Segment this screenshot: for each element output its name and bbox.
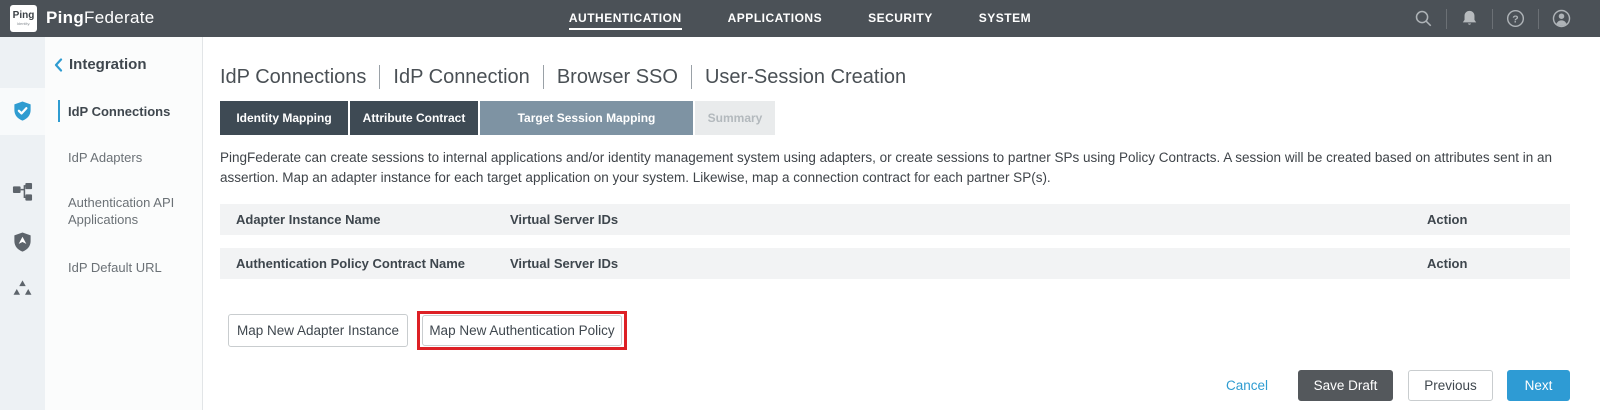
- shield-badge-icon[interactable]: [12, 231, 33, 253]
- sitemap-icon[interactable]: [12, 182, 33, 204]
- nav-system[interactable]: SYSTEM: [979, 7, 1031, 30]
- breadcrumb-browser-sso: Browser SSO: [557, 66, 678, 89]
- tab-target-session-mapping[interactable]: Target Session Mapping: [480, 101, 693, 135]
- tab-identity-mapping[interactable]: Identity Mapping: [220, 101, 348, 135]
- cluster-icon[interactable]: [12, 278, 33, 300]
- sidebar-item-authentication-api-applications[interactable]: Authentication API Applications: [45, 183, 203, 239]
- back-chevron-icon: [54, 58, 63, 72]
- column-action: Action: [1427, 212, 1570, 227]
- breadcrumb-separator: [379, 65, 380, 89]
- sidebar-item-label: IdP Connections: [68, 103, 170, 120]
- breadcrumb-separator: [543, 65, 544, 89]
- red-highlight-annotation: Map New Authentication Policy: [417, 311, 627, 350]
- sidebar-item-label: Authentication API Applications: [45, 194, 203, 228]
- sidebar-section-label: Integration: [69, 56, 147, 73]
- search-icon[interactable]: [1413, 8, 1434, 29]
- icon-divider: [1446, 9, 1447, 29]
- map-new-authentication-policy-button[interactable]: Map New Authentication Policy: [422, 315, 622, 346]
- nav-security[interactable]: SECURITY: [868, 7, 933, 30]
- user-account-icon[interactable]: [1551, 8, 1572, 29]
- map-new-adapter-instance-button[interactable]: Map New Adapter Instance: [228, 314, 408, 347]
- column-virtual-server-ids: Virtual Server IDs: [510, 212, 1427, 227]
- shield-check-icon[interactable]: [12, 100, 33, 122]
- column-adapter-instance-name: Adapter Instance Name: [220, 212, 510, 227]
- breadcrumb: IdP Connections IdP Connection Browser S…: [220, 65, 906, 89]
- notifications-bell-icon[interactable]: [1459, 8, 1480, 29]
- next-button[interactable]: Next: [1507, 370, 1570, 401]
- breadcrumb-separator: [691, 65, 692, 89]
- tab-summary: Summary: [695, 101, 775, 135]
- nav-applications[interactable]: APPLICATIONS: [728, 7, 822, 30]
- primary-nav: AUTHENTICATION APPLICATIONS SECURITY SYS…: [0, 0, 1600, 37]
- sidebar: Integration IdP Connections IdP Adapters…: [45, 37, 203, 410]
- page-description: PingFederate can create sessions to inte…: [220, 148, 1570, 187]
- sidebar-back-integration[interactable]: Integration: [54, 56, 147, 73]
- previous-button[interactable]: Previous: [1408, 370, 1493, 401]
- wizard-tabs: Identity Mapping Attribute Contract Targ…: [220, 101, 775, 135]
- adapter-table-header-row: Adapter Instance Name Virtual Server IDs…: [220, 204, 1570, 235]
- column-action: Action: [1427, 256, 1570, 271]
- sidebar-item-label: IdP Adapters: [45, 149, 142, 166]
- policy-table-header-row: Authentication Policy Contract Name Virt…: [220, 248, 1570, 279]
- nav-authentication[interactable]: AUTHENTICATION: [569, 7, 682, 30]
- top-bar-icons: ?: [1413, 0, 1572, 37]
- sidebar-icon-strip: [0, 37, 45, 410]
- breadcrumb-idp-connections: IdP Connections: [220, 66, 366, 89]
- wizard-footer-actions: Cancel Save Draft Previous Next: [1226, 370, 1570, 401]
- icon-divider: [1538, 9, 1539, 29]
- top-bar: Ping Identity. PingFederate AUTHENTICATI…: [0, 0, 1600, 37]
- breadcrumb-user-session-creation: User-Session Creation: [705, 66, 906, 89]
- sidebar-item-label: IdP Default URL: [45, 259, 162, 276]
- column-virtual-server-ids: Virtual Server IDs: [510, 256, 1427, 271]
- pingfederate-window: Ping Identity. PingFederate AUTHENTICATI…: [0, 0, 1600, 410]
- cancel-link[interactable]: Cancel: [1226, 378, 1268, 393]
- tab-attribute-contract[interactable]: Attribute Contract: [350, 101, 478, 135]
- breadcrumb-idp-connection: IdP Connection: [393, 66, 529, 89]
- help-icon[interactable]: ?: [1505, 8, 1526, 29]
- icon-divider: [1492, 9, 1493, 29]
- svg-text:?: ?: [1512, 13, 1518, 25]
- save-draft-button[interactable]: Save Draft: [1298, 370, 1393, 401]
- sidebar-item-idp-adapters[interactable]: IdP Adapters: [45, 137, 203, 177]
- sidebar-item-idp-connections[interactable]: IdP Connections: [45, 91, 203, 131]
- sidebar-item-idp-default-url[interactable]: IdP Default URL: [45, 247, 203, 287]
- active-indicator: [58, 100, 60, 122]
- column-authentication-policy-contract-name: Authentication Policy Contract Name: [220, 256, 510, 271]
